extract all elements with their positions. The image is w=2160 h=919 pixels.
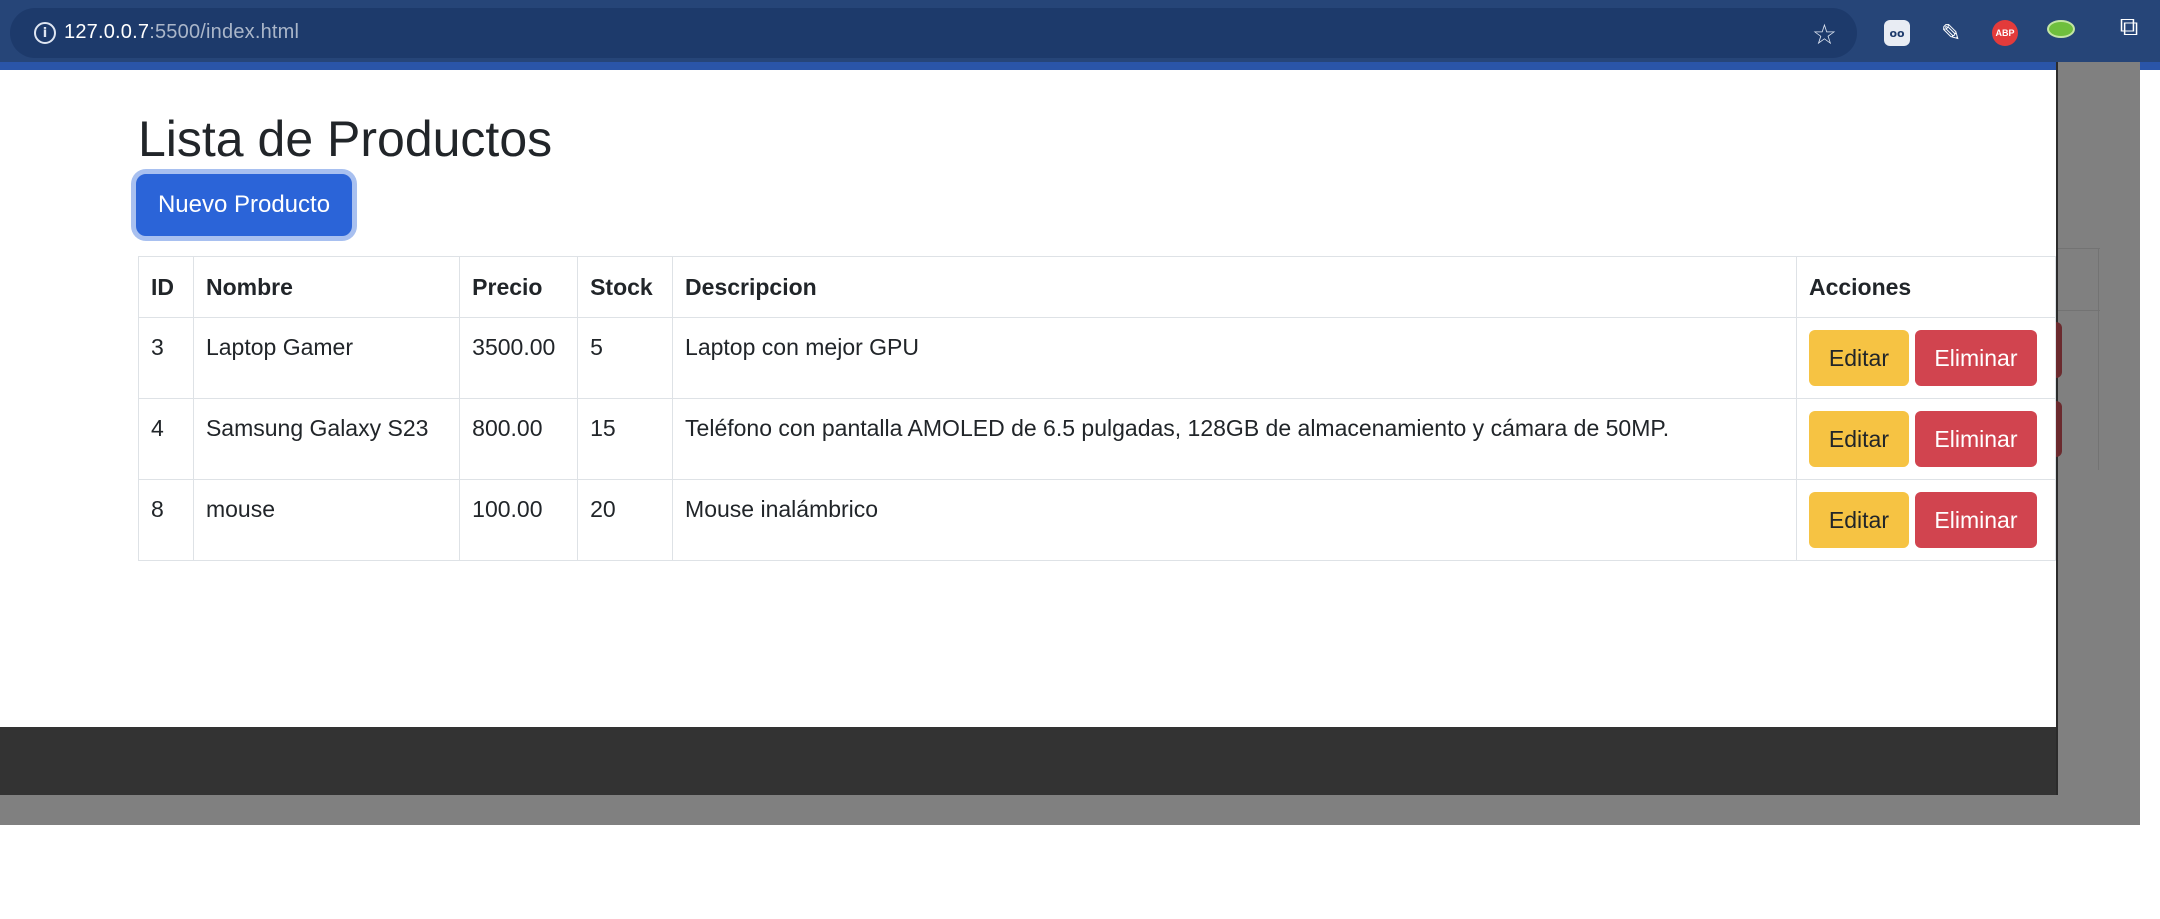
header-nombre: Nombre: [192, 256, 461, 318]
delete-button[interactable]: Eliminar: [1914, 330, 2037, 386]
header-id: ID: [138, 256, 194, 318]
overlay-ghost-button: [2056, 401, 2062, 457]
extensions-puzzle-icon[interactable]: ⧉: [2114, 12, 2144, 42]
url-text[interactable]: 127.0.0.7:5500/index.html: [64, 21, 299, 44]
header-precio: Precio: [459, 256, 579, 318]
page-content: Lista de Productos Nuevo Producto ID Nom…: [0, 70, 2057, 795]
cell-descripcion: Teléfono con pantalla AMOLED de 6.5 pulg…: [672, 398, 1797, 480]
cell-precio: 100.00: [459, 479, 579, 561]
cell-id: 3: [138, 317, 194, 399]
delete-button[interactable]: Eliminar: [1914, 411, 2037, 467]
page-footer: [0, 727, 2056, 795]
cell-acciones: Editar Eliminar: [1795, 479, 2057, 561]
edit-button[interactable]: Editar: [1808, 330, 1909, 386]
edit-button[interactable]: Editar: [1808, 411, 1909, 467]
browser-toolbar: i 127.0.0.7:5500/index.html ☆ oo ✎ ABP ⧉: [0, 0, 2160, 70]
table-row: 4 Samsung Galaxy S23 800.00 15 Teléfono …: [138, 398, 2057, 480]
table-header-row: ID Nombre Precio Stock Descripcion Accio…: [138, 256, 2057, 318]
new-product-button[interactable]: Nuevo Producto: [136, 174, 352, 236]
cell-precio: 800.00: [459, 398, 579, 480]
cell-stock: 20: [577, 479, 674, 561]
header-descripcion: Descripcion: [672, 256, 1797, 318]
header-stock: Stock: [577, 256, 674, 318]
overlay-ghost-line: [2058, 248, 2100, 249]
products-table: ID Nombre Precio Stock Descripcion Accio…: [138, 256, 2057, 561]
toolbar-divider: [0, 62, 2160, 70]
cell-precio: 3500.00: [459, 317, 579, 399]
cell-id: 8: [138, 479, 194, 561]
extension-adblock-icon[interactable]: ABP: [1990, 18, 2020, 48]
cell-id: 4: [138, 398, 194, 480]
cell-acciones: Editar Eliminar: [1795, 398, 2057, 480]
cell-nombre: Laptop Gamer: [192, 317, 461, 399]
table-row: 3 Laptop Gamer 3500.00 5 Laptop con mejo…: [138, 317, 2057, 399]
edit-button[interactable]: Editar: [1808, 492, 1909, 548]
page-title: Lista de Productos: [138, 111, 553, 167]
glasses-icon: oo: [1884, 20, 1910, 46]
extension-eyedropper-icon[interactable]: ✎: [1936, 18, 1966, 48]
cell-stock: 5: [577, 317, 674, 399]
cell-descripcion: Laptop con mejor GPU: [672, 317, 1797, 399]
overlay-ghost-line: [2058, 310, 2100, 311]
bookmark-star-icon[interactable]: ☆: [1812, 18, 1837, 51]
table-row: 8 mouse 100.00 20 Mouse inalámbrico Edit…: [138, 479, 2057, 561]
cell-stock: 15: [577, 398, 674, 480]
address-bar[interactable]: i 127.0.0.7:5500/index.html ☆: [10, 8, 1857, 58]
extension-reader-icon[interactable]: oo: [1882, 18, 1912, 48]
site-info-icon[interactable]: i: [34, 22, 56, 44]
cell-descripcion: Mouse inalámbrico: [672, 479, 1797, 561]
overlay-panel-bottom: [0, 795, 2140, 825]
cell-nombre: Samsung Galaxy S23: [192, 398, 461, 480]
overlay-ghost-line: [2098, 248, 2099, 470]
overlay-ghost-button: [2056, 322, 2062, 378]
cell-nombre: mouse: [192, 479, 461, 561]
cell-acciones: Editar Eliminar: [1795, 317, 2057, 399]
extension-ufo-icon[interactable]: [2046, 14, 2076, 44]
header-acciones: Acciones: [1795, 256, 2057, 318]
delete-button[interactable]: Eliminar: [1914, 492, 2037, 548]
